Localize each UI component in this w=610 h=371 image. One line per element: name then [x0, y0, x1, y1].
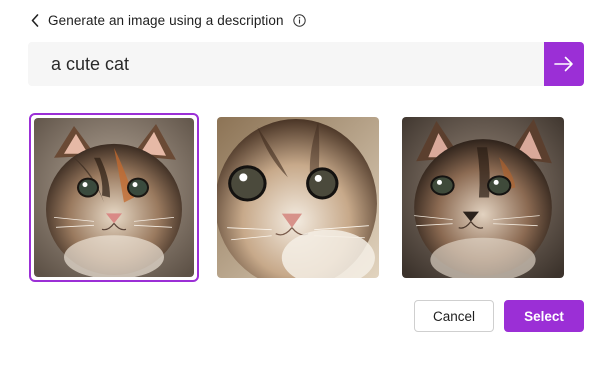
- kitten-image: [402, 117, 564, 278]
- dialog-title: Generate an image using a description: [48, 12, 284, 28]
- chevron-left-icon[interactable]: [31, 13, 41, 27]
- generate-button[interactable]: [544, 42, 584, 86]
- back-link[interactable]: Generate an image using a description: [31, 10, 307, 30]
- prompt-input[interactable]: [28, 42, 544, 86]
- arrow-right-icon: [554, 56, 573, 72]
- select-button[interactable]: Select: [504, 300, 584, 332]
- cancel-button[interactable]: Cancel: [414, 300, 494, 332]
- kitten-image: [217, 117, 379, 278]
- kitten-image: [34, 118, 194, 277]
- prompt-bar: [28, 42, 584, 86]
- image-option-1[interactable]: [29, 113, 199, 282]
- image-option-2[interactable]: [213, 113, 383, 282]
- info-icon[interactable]: [292, 13, 307, 27]
- image-option-3[interactable]: [398, 113, 568, 282]
- image-generation-dialog: Generate an image using a description a …: [0, 0, 610, 371]
